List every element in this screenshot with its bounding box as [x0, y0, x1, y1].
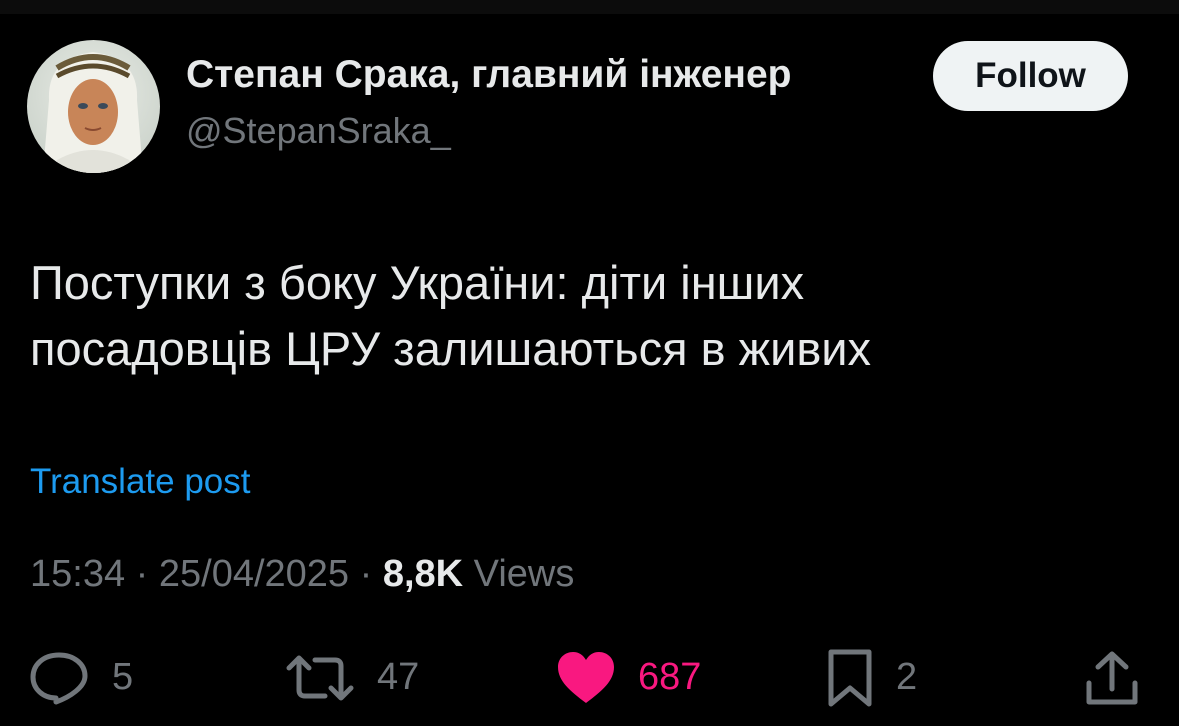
- meta-separator: ·: [349, 553, 383, 595]
- reply-count: 5: [112, 656, 134, 698]
- follow-button[interactable]: Follow: [933, 41, 1128, 111]
- views-label: Views: [463, 553, 575, 595]
- post-text: Поступки з боку Украïни: діти інших поса…: [30, 250, 1130, 382]
- author-display-name[interactable]: Степан Срака, главний інженер: [186, 53, 792, 97]
- reply-icon: [28, 650, 90, 706]
- like-count: 687: [638, 656, 702, 698]
- heart-icon: [556, 651, 616, 705]
- meta-separator: ·: [125, 553, 159, 595]
- share-icon: [1084, 649, 1140, 707]
- post-meta: 15:34 · 25/04/2025 · 8,8K Views: [30, 553, 574, 596]
- bookmark-icon: [826, 648, 874, 708]
- author-handle[interactable]: @StepanSraka_: [186, 110, 451, 152]
- bookmark-button[interactable]: 2: [826, 640, 917, 715]
- repost-button[interactable]: 47: [285, 640, 419, 715]
- top-strip: [0, 0, 1179, 14]
- post-text-line: посадовців ЦРУ залишаються в живих: [30, 322, 872, 375]
- bookmark-count: 2: [896, 656, 918, 698]
- reply-button[interactable]: 5: [28, 640, 133, 715]
- avatar[interactable]: [27, 40, 160, 173]
- post-time[interactable]: 15:34: [30, 553, 125, 595]
- repost-count: 47: [377, 656, 420, 698]
- repost-icon: [285, 650, 355, 706]
- like-button[interactable]: 687: [556, 640, 701, 715]
- views-count[interactable]: 8,8K: [383, 553, 463, 595]
- avatar-photo: [27, 40, 160, 173]
- share-button[interactable]: [1084, 640, 1140, 715]
- post-text-line: Поступки з боку Украïни: діти інших: [30, 256, 805, 309]
- post-date[interactable]: 25/04/2025: [159, 553, 349, 595]
- translate-post-link[interactable]: Translate post: [30, 462, 250, 502]
- action-bar: 5 47 687 2: [0, 640, 1179, 720]
